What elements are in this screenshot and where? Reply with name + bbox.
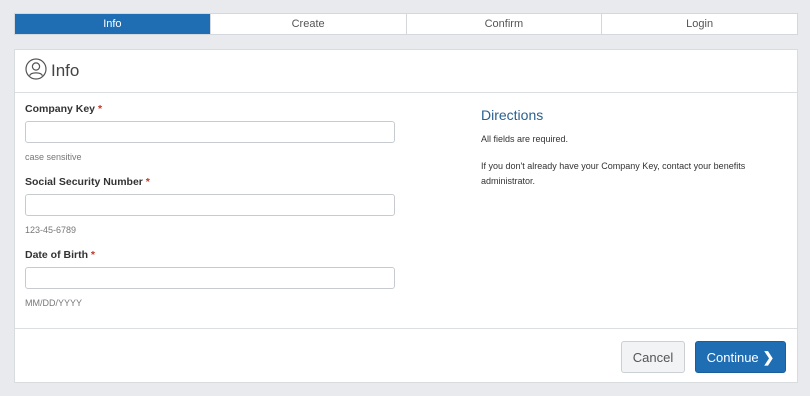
page-title: Info [51,61,80,80]
directions-panel: Directions All fields are required. If y… [481,107,781,189]
card-header: Info [15,50,797,93]
ssn-label: Social Security Number * [25,175,397,189]
step-login[interactable]: Login [601,14,797,34]
continue-label: Continue [706,349,759,365]
wizard-steps: Info Create Confirm Login [14,13,798,35]
chevron-right-icon: ❯ [762,348,775,365]
ssn-label-text: Social Security Number [25,176,143,188]
dob-input[interactable] [25,267,395,289]
required-mark: * [97,103,103,115]
dob-label: Date of Birth * [25,248,397,262]
company-key-group: Company Key * case sensitive [25,102,397,163]
info-form: Company Key * case sensitive Social Secu… [25,102,397,321]
company-key-label-text: Company Key [25,103,96,115]
company-key-hint: case sensitive [25,152,82,162]
user-icon [25,57,47,85]
continue-button[interactable]: Continue ❯ [695,341,786,373]
dob-group: Date of Birth * MM/DD/YYYY [25,248,397,309]
ssn-group: Social Security Number * 123-45-6789 [25,175,397,236]
directions-company-key-text: If you don't already have your Company K… [481,161,746,186]
directions-title: Directions [481,107,544,123]
ssn-hint: 123-45-6789 [25,225,77,235]
dob-label-text: Date of Birth [25,249,88,261]
step-info[interactable]: Info [15,14,210,34]
cancel-button[interactable]: Cancel [621,341,685,373]
required-mark: * [145,176,150,188]
step-create[interactable]: Create [209,14,406,34]
card-footer: Cancel Continue ❯ [15,328,797,383]
ssn-input[interactable] [25,194,395,216]
step-confirm[interactable]: Confirm [405,14,602,34]
required-mark: * [90,249,96,261]
company-key-label: Company Key * [25,102,397,116]
company-key-input[interactable] [25,121,395,143]
dob-hint: MM/DD/YYYY [25,298,83,308]
info-card: Info Company Key * case sensitive Social… [14,49,798,383]
directions-required-text: All fields are required. [481,134,569,144]
